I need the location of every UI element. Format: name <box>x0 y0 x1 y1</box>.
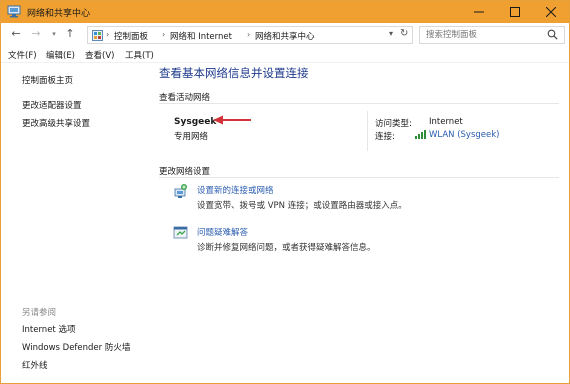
search-input[interactable] <box>426 29 544 41</box>
breadcrumb-network-sharing-center[interactable]: 网络和共享中心 <box>255 30 315 42</box>
search-box[interactable] <box>419 26 565 44</box>
recent-locations-button[interactable]: ▾ <box>47 27 61 41</box>
menu-edit[interactable]: 编辑(E) <box>46 49 75 61</box>
control-panel-icon <box>92 30 103 41</box>
troubleshoot-icon <box>173 226 188 239</box>
breadcrumb-network-internet[interactable]: 网络和 Internet <box>170 30 232 42</box>
navigation-bar: ← → ▾ ↑ › 控制面板 › 网络和 Internet › 网络和共享中心 … <box>1 23 569 47</box>
breadcrumb-separator: › <box>106 30 110 39</box>
menu-bar: 文件(F) 编辑(E) 查看(V) 工具(T) <box>1 47 569 63</box>
change-settings-heading: 更改网络设置 <box>159 167 211 177</box>
network-type-link[interactable]: 专用网络 <box>174 130 208 142</box>
up-button[interactable]: ↑ <box>63 27 77 41</box>
forward-arrow-icon: → <box>31 27 41 40</box>
sidebar-item-control-panel-home[interactable]: 控制面板主页 <box>22 74 73 86</box>
back-arrow-icon: ← <box>11 27 21 40</box>
network-center-icon <box>7 5 21 18</box>
sidebar-item-change-adapter-settings[interactable]: 更改适配器设置 <box>22 99 82 111</box>
network-info-divider <box>367 111 368 151</box>
forward-button[interactable]: → <box>29 27 43 41</box>
troubleshoot-link[interactable]: 问题疑难解答 <box>197 226 248 238</box>
menu-file[interactable]: 文件(F) <box>8 49 37 61</box>
annotation-arrow-icon <box>213 115 251 125</box>
up-arrow-icon: ↑ <box>65 27 75 40</box>
setup-new-connection-link[interactable]: 设置新的连接或网络 <box>197 184 274 196</box>
network-name: Sysgeek <box>174 117 217 127</box>
section-divider <box>159 103 559 104</box>
setup-new-connection-description: 设置宽带、拨号或 VPN 连接；或设置路由器或接入点。 <box>197 201 407 211</box>
sidebar-item-change-advanced-sharing[interactable]: 更改高级共享设置 <box>22 117 90 129</box>
troubleshoot-description: 诊断并修复网络问题，或者获得疑难解答信息。 <box>197 243 376 253</box>
page-title: 查看基本网络信息并设置连接 <box>159 66 309 80</box>
see-also-infrared[interactable]: 红外线 <box>22 359 48 371</box>
see-also-internet-options[interactable]: Internet 选项 <box>22 323 75 335</box>
search-icon[interactable] <box>547 29 558 40</box>
wifi-signal-icon <box>415 130 426 139</box>
access-type-value: Internet <box>429 117 463 127</box>
connection-label: 连接: <box>375 132 395 142</box>
back-button[interactable]: ← <box>9 27 23 41</box>
active-networks-heading: 查看活动网络 <box>159 93 211 103</box>
breadcrumb-separator: › <box>247 30 251 39</box>
network-setup-icon <box>174 184 187 198</box>
maximize-icon <box>510 7 520 17</box>
address-bar[interactable]: › 控制面板 › 网络和 Internet › 网络和共享中心 ▾ ↻ <box>87 26 413 44</box>
chevron-down-icon: ▾ <box>52 30 56 38</box>
minimize-button[interactable] <box>461 1 497 23</box>
minimize-icon <box>474 11 484 13</box>
menu-view[interactable]: 查看(V) <box>85 49 114 61</box>
window-title: 网络和共享中心 <box>27 9 91 19</box>
breadcrumb-control-panel[interactable]: 控制面板 <box>114 30 148 42</box>
access-type-label: 访问类型: <box>375 119 412 129</box>
breadcrumb-separator: › <box>162 30 166 39</box>
section-divider <box>159 177 559 178</box>
see-also-heading: 另请参阅 <box>22 308 57 318</box>
network-sharing-center-window: 网络和共享中心 ← → ▾ ↑ › 控制面板 › 网络和 Internet › … <box>0 0 570 384</box>
see-also-windows-defender-firewall[interactable]: Windows Defender 防火墙 <box>22 341 130 353</box>
connection-wlan-link[interactable]: WLAN (Sysgeek) <box>429 130 499 140</box>
address-dropdown-icon[interactable]: ▾ <box>389 29 393 38</box>
title-bar: 网络和共享中心 <box>1 1 569 23</box>
refresh-icon[interactable]: ↻ <box>400 28 408 39</box>
close-button[interactable] <box>533 1 569 23</box>
maximize-button[interactable] <box>497 1 533 23</box>
menu-tools[interactable]: 工具(T) <box>125 49 154 61</box>
close-icon <box>546 7 556 17</box>
